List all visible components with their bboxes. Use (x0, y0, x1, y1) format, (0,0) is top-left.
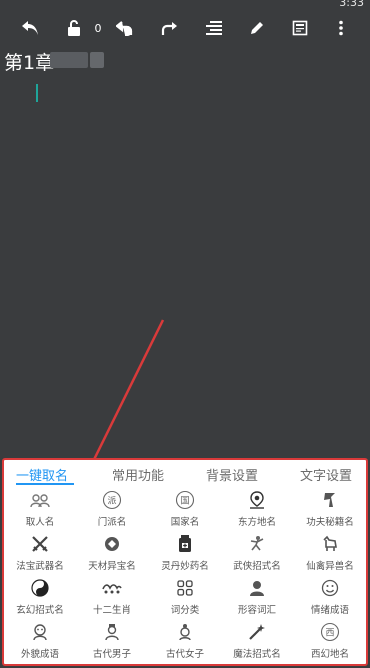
grid-item[interactable]: 仙禽异兽名 (294, 532, 366, 572)
grid-item[interactable]: 功夫秘籍名 (294, 488, 366, 528)
grid-item-label: 东方地名 (237, 517, 276, 528)
grid-item[interactable]: 取人名 (4, 488, 76, 528)
grid-item[interactable]: 情绪成语 (294, 576, 366, 616)
svg-text:国: 国 (180, 496, 189, 507)
country-badge-icon: 国 (175, 490, 195, 510)
grid-item[interactable]: 灵丹妙药名 (149, 532, 221, 572)
grid-item[interactable]: 形容词汇 (221, 576, 293, 616)
grid-item[interactable]: 西西幻地名 (294, 620, 366, 660)
crossed-swords-icon (30, 534, 50, 554)
grid-item-label: 情绪成语 (310, 605, 349, 616)
face-icon (30, 622, 50, 642)
grid-item-label: 法宝武器名 (16, 561, 64, 572)
location-pin-icon (247, 490, 267, 510)
grid-item[interactable]: 玄幻招式名 (4, 576, 76, 616)
west-badge-icon: 西 (320, 622, 340, 642)
kungfu-icon (320, 490, 340, 510)
grid-item-label: 十二生肖 (92, 605, 131, 616)
grid-item[interactable]: 派门派名 (76, 488, 148, 528)
grid-item-label: 玄幻招式名 (16, 605, 64, 616)
grid-item-label: 外貌成语 (20, 649, 59, 660)
grid-item[interactable]: 外貌成语 (4, 620, 76, 660)
grid-item[interactable]: 武侠招式名 (221, 532, 293, 572)
grid-item[interactable]: 国国家名 (149, 488, 221, 528)
female-figure-icon (175, 622, 195, 642)
grid-item-label: 灵丹妙药名 (161, 561, 209, 572)
sect-badge-icon: 派 (102, 490, 122, 510)
grid-item[interactable]: 魔法招式名 (221, 620, 293, 660)
grid-item-label: 古代男子 (92, 649, 131, 660)
svg-text:派: 派 (107, 496, 116, 507)
beast-icon (320, 534, 340, 554)
grid-item[interactable]: 古代女子 (149, 620, 221, 660)
grid-item[interactable]: 词分类 (149, 576, 221, 616)
tab-common-functions[interactable]: 常用功能 (112, 465, 164, 484)
grid-item-label: 国家名 (170, 517, 200, 528)
panel-tabs: 一键取名 常用功能 背景设置 文字设置 (4, 460, 366, 485)
grid-item-label: 形容词汇 (237, 605, 276, 616)
person-portrait-icon (247, 578, 267, 598)
grid-item[interactable]: 十二生肖 (76, 576, 148, 616)
tab-background-settings[interactable]: 背景设置 (206, 465, 258, 484)
magic-wand-icon (247, 622, 267, 642)
grid-item[interactable]: 法宝武器名 (4, 532, 76, 572)
grid-item-label: 门派名 (97, 517, 127, 528)
grid-item-label: 西幻地名 (310, 649, 349, 660)
grid-item[interactable]: 古代男子 (76, 620, 148, 660)
grid-item-label: 古代女子 (165, 649, 204, 660)
grid-icon (175, 578, 195, 598)
active-tab-indicator (16, 483, 74, 485)
grid-item-label: 功夫秘籍名 (306, 517, 354, 528)
yin-yang-icon (30, 578, 50, 598)
grid-item[interactable]: 东方地名 (221, 488, 293, 528)
grid-item-label: 取人名 (25, 517, 55, 528)
tab-text-settings[interactable]: 文字设置 (300, 465, 352, 484)
people-icon (30, 490, 50, 510)
medicine-bottle-icon (175, 534, 195, 554)
grid-item-label: 词分类 (170, 605, 200, 616)
tab-quick-naming[interactable]: 一键取名 (16, 465, 68, 484)
svg-text:西: 西 (325, 628, 334, 639)
martial-pose-icon (247, 534, 267, 554)
grid-item-label: 仙禽异兽名 (306, 561, 354, 572)
grid-item-label: 魔法招式名 (233, 649, 281, 660)
male-figure-icon (102, 622, 122, 642)
grid-item-label: 武侠招式名 (233, 561, 281, 572)
grid-item[interactable]: 天材异宝名 (76, 532, 148, 572)
grid-item-label: 天材异宝名 (88, 561, 136, 572)
treasure-icon (102, 534, 122, 554)
naming-panel: 一键取名 常用功能 背景设置 文字设置 取人名派门派名国国家名 东方地名 功夫秘籍名… (2, 458, 368, 666)
smiley-icon (320, 578, 340, 598)
zodiac-icon (102, 578, 122, 598)
